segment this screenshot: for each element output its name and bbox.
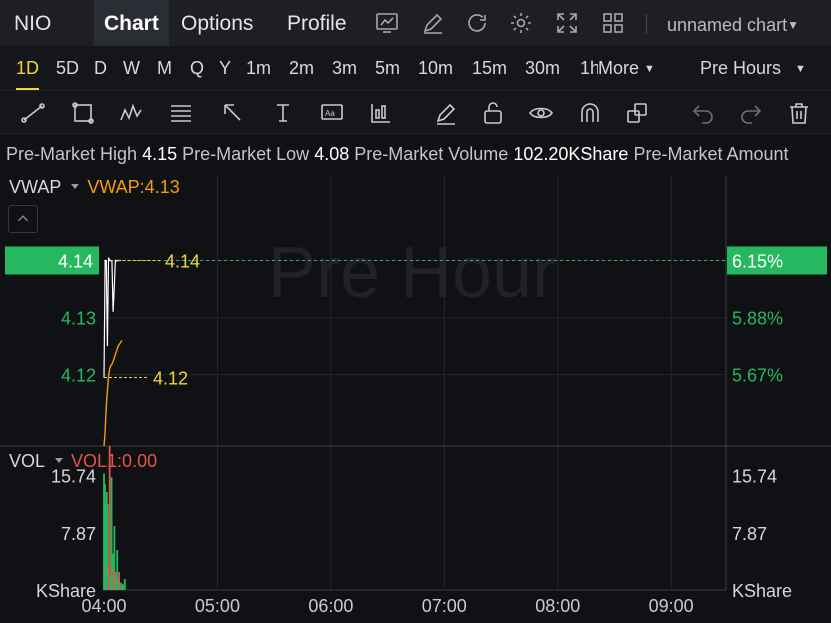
x-tick-label: 06:00 xyxy=(308,596,353,616)
interval-30m[interactable]: 30m xyxy=(525,46,560,90)
caret-down-icon: ▼ xyxy=(795,63,806,75)
eye-icon[interactable] xyxy=(528,100,554,126)
pm-low-value: 4.08 xyxy=(314,144,350,164)
top-bar: NIO Chart Options Profile unnamed chart▼ xyxy=(0,0,831,46)
interval-10m[interactable]: 10m xyxy=(418,46,453,90)
refresh-icon[interactable] xyxy=(465,11,489,35)
pm-high-label: Pre-Market High xyxy=(6,144,138,164)
fib-icon[interactable] xyxy=(168,100,194,126)
clone-icon[interactable] xyxy=(624,100,650,126)
pm-amount-label: Pre-Market Amount xyxy=(633,144,789,164)
last-change-tag-right-label: 6.15% xyxy=(732,251,783,271)
arrow-icon[interactable] xyxy=(220,100,246,126)
x-tick-label: 05:00 xyxy=(195,596,240,616)
pm-volume-label: Pre-Market Volume xyxy=(354,144,509,164)
pencil-icon[interactable] xyxy=(433,100,459,126)
volume-tick-label-right: 7.87 xyxy=(732,524,767,544)
rectangle-icon[interactable] xyxy=(70,100,96,126)
premarket-info-bar: Pre-Market High 4.15 Pre-Market Low 4.08… xyxy=(0,140,831,168)
vwap-series-line xyxy=(103,340,123,447)
undo-icon[interactable] xyxy=(690,100,716,126)
more-intervals-label: More xyxy=(598,58,640,78)
text-icon[interactable] xyxy=(270,100,296,126)
interval-3m[interactable]: 3m xyxy=(332,46,357,90)
interval-bar: 1D 5D D W M Q Y 1m 2m 3m 5m 10m 15m 30m … xyxy=(0,46,831,90)
volume-bar xyxy=(108,446,111,590)
caret-down-icon: ▼ xyxy=(644,63,655,75)
svg-text:Aa: Aa xyxy=(325,109,335,118)
volume-unit-label: KShare xyxy=(36,581,96,601)
candle-chart-icon[interactable] xyxy=(375,11,399,35)
volume-tick-label: 7.87 xyxy=(61,524,96,544)
session-dropdown[interactable]: Pre Hours ▼ xyxy=(700,46,806,91)
interval-d[interactable]: D xyxy=(94,46,107,90)
interval-5d[interactable]: 5D xyxy=(56,46,79,90)
tab-chart[interactable]: Chart xyxy=(94,0,169,46)
interval-1h[interactable]: 1h xyxy=(580,46,598,90)
volume-unit-label-right: KShare xyxy=(732,581,792,601)
fullscreen-icon[interactable] xyxy=(555,11,579,35)
x-tick-label: 09:00 xyxy=(649,596,694,616)
symbol-label[interactable]: NIO xyxy=(14,0,51,46)
tab-options[interactable]: Options xyxy=(181,0,253,46)
interval-1m[interactable]: 1m xyxy=(246,46,271,90)
layout-grid-icon[interactable] xyxy=(601,11,625,35)
annotation-icon[interactable]: Aa xyxy=(319,100,345,126)
volume-tick-label-right: 15.74 xyxy=(732,467,777,487)
watermark-text: Pre Hour xyxy=(268,233,556,313)
edit-icon[interactable] xyxy=(421,11,445,35)
toolbar-separator xyxy=(646,14,647,34)
interval-y[interactable]: Y xyxy=(219,46,231,90)
volume-tick-label: 15.74 xyxy=(51,467,96,487)
chart-name-dropdown[interactable]: unnamed chart▼ xyxy=(667,0,799,50)
trend-line-icon[interactable] xyxy=(20,100,46,126)
pm-high-value: 4.15 xyxy=(142,144,178,164)
tab-profile[interactable]: Profile xyxy=(287,0,347,46)
interval-1d[interactable]: 1D xyxy=(16,46,40,90)
interval-q[interactable]: Q xyxy=(190,46,204,90)
x-tick-label: 08:00 xyxy=(535,596,580,616)
interval-m[interactable]: M xyxy=(157,46,172,90)
unlock-icon[interactable] xyxy=(480,100,506,126)
price-tick-label: 4.13 xyxy=(61,309,96,329)
interval-15m[interactable]: 15m xyxy=(472,46,507,90)
bar-pattern-icon[interactable] xyxy=(368,100,394,126)
pm-low-label: Pre-Market Low xyxy=(182,144,310,164)
percent-tick-label: 5.67% xyxy=(732,366,783,386)
interval-5m[interactable]: 5m xyxy=(375,46,400,90)
high-marker-label: 4.14 xyxy=(165,251,200,271)
more-intervals-dropdown[interactable]: More ▼ xyxy=(598,46,655,91)
interval-w[interactable]: W xyxy=(123,46,140,90)
settings-icon[interactable] xyxy=(509,11,533,35)
session-label: Pre Hours xyxy=(700,58,782,78)
percent-tick-label: 5.88% xyxy=(732,309,783,329)
drawing-toolbar: Aa xyxy=(0,90,831,134)
volume-bar xyxy=(120,582,122,590)
x-tick-label: 07:00 xyxy=(422,596,467,616)
price-tick-label: 4.12 xyxy=(61,366,96,386)
low-marker-label: 4.12 xyxy=(153,369,188,389)
volume-bar xyxy=(122,584,124,590)
volume-bar xyxy=(123,579,126,590)
redo-icon[interactable] xyxy=(738,100,764,126)
magnet-icon[interactable] xyxy=(577,100,603,126)
pattern-icon[interactable] xyxy=(118,100,144,126)
pm-volume-value: 102.20KShare xyxy=(513,144,629,164)
interval-2m[interactable]: 2m xyxy=(289,46,314,90)
chart-name-label: unnamed chart xyxy=(667,15,788,35)
chevron-down-icon: ▼ xyxy=(787,18,799,32)
trash-icon[interactable] xyxy=(786,100,812,126)
last-price-tag-left-label: 4.14 xyxy=(58,251,93,271)
price-chart[interactable]: Pre Hour04:00 05:00 06:00 07:00 08:00 09:004.… xyxy=(0,172,831,623)
volume-bar xyxy=(118,571,121,590)
